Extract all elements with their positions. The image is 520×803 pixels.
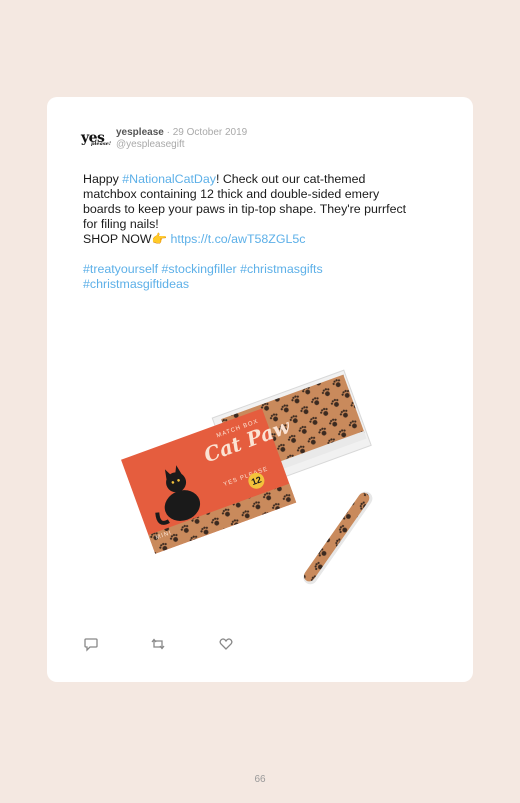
text-segment: ! Check out our cat-themed: [215, 172, 366, 186]
hashtag-link[interactable]: #christmasgiftideas: [83, 277, 189, 291]
user-handle[interactable]: @yespleasegift: [116, 139, 185, 150]
text-line: boards to keep your paws in tip-top shap…: [83, 202, 407, 216]
like-icon[interactable]: [218, 636, 234, 652]
tweet-text: Happy #NationalCatDay! Check out our cat…: [83, 172, 443, 292]
tweet-card: yes please! yesplease · 29 October 2019 …: [47, 97, 473, 682]
loose-emery-board: [303, 491, 373, 585]
hashtag-link[interactable]: #stockingfiller: [162, 262, 237, 276]
avatar[interactable]: yes please!: [81, 131, 111, 147]
product-photo[interactable]: Cat Paw MATCH BOX YES PLEASE 12 MINI: [115, 367, 395, 587]
shop-link[interactable]: https://t.co/awT58ZGL5c: [171, 232, 306, 246]
avatar-logo-subtext: please!: [91, 141, 112, 147]
tweet-actions: [83, 636, 243, 652]
text-segment: SHOP NOW: [83, 232, 152, 246]
text-line: matchbox containing 12 thick and double-…: [83, 187, 380, 201]
retweet-icon[interactable]: [150, 636, 166, 652]
page-number: 66: [254, 774, 266, 785]
text-line: for filing nails!: [83, 217, 159, 231]
tweet-header: yesplease · 29 October 2019: [116, 127, 247, 139]
hashtag-link[interactable]: #christmasgifts: [240, 262, 323, 276]
separator: ·: [166, 127, 170, 138]
text-segment: Happy: [83, 172, 123, 186]
pointing-hand-icon: 👉: [151, 232, 168, 246]
user-name[interactable]: yesplease: [116, 127, 164, 138]
reply-icon[interactable]: [83, 636, 99, 652]
tweet-date[interactable]: 29 October 2019: [173, 127, 248, 138]
hashtag-link[interactable]: #treatyourself: [83, 262, 158, 276]
hashtag-link[interactable]: #NationalCatDay: [122, 172, 216, 186]
